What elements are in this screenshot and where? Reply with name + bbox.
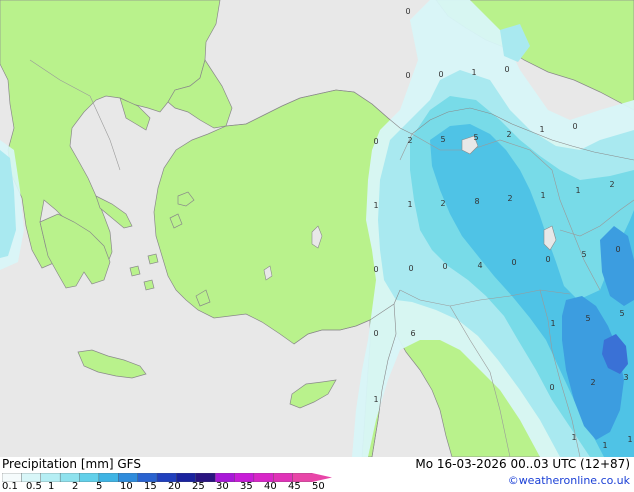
point-value-label: 2 [590,378,595,387]
point-value-label: 0 [572,122,577,131]
point-value-label: 0 [615,245,620,254]
point-value-label: 3 [623,373,628,382]
point-value-label: 0 [373,329,378,338]
legend-tick-label: 0.1 [2,481,18,492]
point-value-label: 1 [373,201,378,210]
point-value-label: 0 [405,7,410,16]
point-value-label: 4 [477,261,482,270]
legend-tick-label: 30 [216,481,229,492]
point-value-label: 5 [619,309,624,318]
legend-tick-label: 45 [288,481,301,492]
point-value-label: 1 [471,68,476,77]
forecast-datetime: Mo 16-03-2026 00..03 UTC (12+87) [415,457,630,471]
map-title: Precipitation [mm] GFS [2,457,141,471]
legend-tick-label: 20 [168,481,181,492]
point-value-label: 0 [408,264,413,273]
point-value-label: 5 [585,314,590,323]
point-value-label: 0 [442,262,447,271]
footer: Precipitation [mm] GFS Mo 16-03-2026 00.… [0,457,634,492]
point-value-label: 1 [627,435,632,444]
legend-tick-label: 1 [48,481,55,492]
point-value-label: 0 [405,71,410,80]
point-value-label: 1 [602,441,607,450]
legend-tick-label: 2 [72,481,79,492]
point-value-label: 1 [550,319,555,328]
legend-tick-label: 0.5 [26,481,42,492]
point-value-label: 1 [407,200,412,209]
point-value-label: 0 [373,265,378,274]
point-value-label: 2 [609,180,614,189]
point-value-label: 5 [440,135,445,144]
point-value-label: 2 [440,199,445,208]
point-value-label: 2 [506,130,511,139]
point-value-label: 1 [373,395,378,404]
point-value-label: 0 [373,137,378,146]
legend-tick-label: 35 [240,481,253,492]
legend-tick-label: 25 [192,481,205,492]
point-value-label: 0 [438,70,443,79]
point-value-label: 5 [473,133,478,142]
point-value-label: 5 [581,250,586,259]
legend-tick-label: 10 [120,481,133,492]
point-value-label: 0 [504,65,509,74]
point-value-label: 6 [410,329,415,338]
point-value-label: 1 [540,191,545,200]
point-value-label: 2 [407,136,412,145]
credit-link[interactable]: ©weatheronline.co.uk [508,474,630,487]
point-value-label: 1 [571,433,576,442]
point-value-label: 0 [511,258,516,267]
point-value-label: 2 [507,194,512,203]
point-value-label: 8 [474,197,479,206]
legend-tick-label: 50 [312,481,325,492]
legend-tick-label: 40 [264,481,277,492]
point-value-label: 0 [545,255,550,264]
point-value-label: 1 [575,186,580,195]
legend-tick-label: 5 [96,481,103,492]
legend-tick-label: 15 [144,481,157,492]
point-value-label: 1 [539,125,544,134]
precipitation-map: 0 0 0 1 0 0 2 5 5 2 1 0 1 1 2 8 2 1 1 2 0 0 0 4 0 0 5 0 0 6 1 5 5 0 2 3 1 1 1 1 [0,0,634,457]
point-value-label: 0 [549,383,554,392]
